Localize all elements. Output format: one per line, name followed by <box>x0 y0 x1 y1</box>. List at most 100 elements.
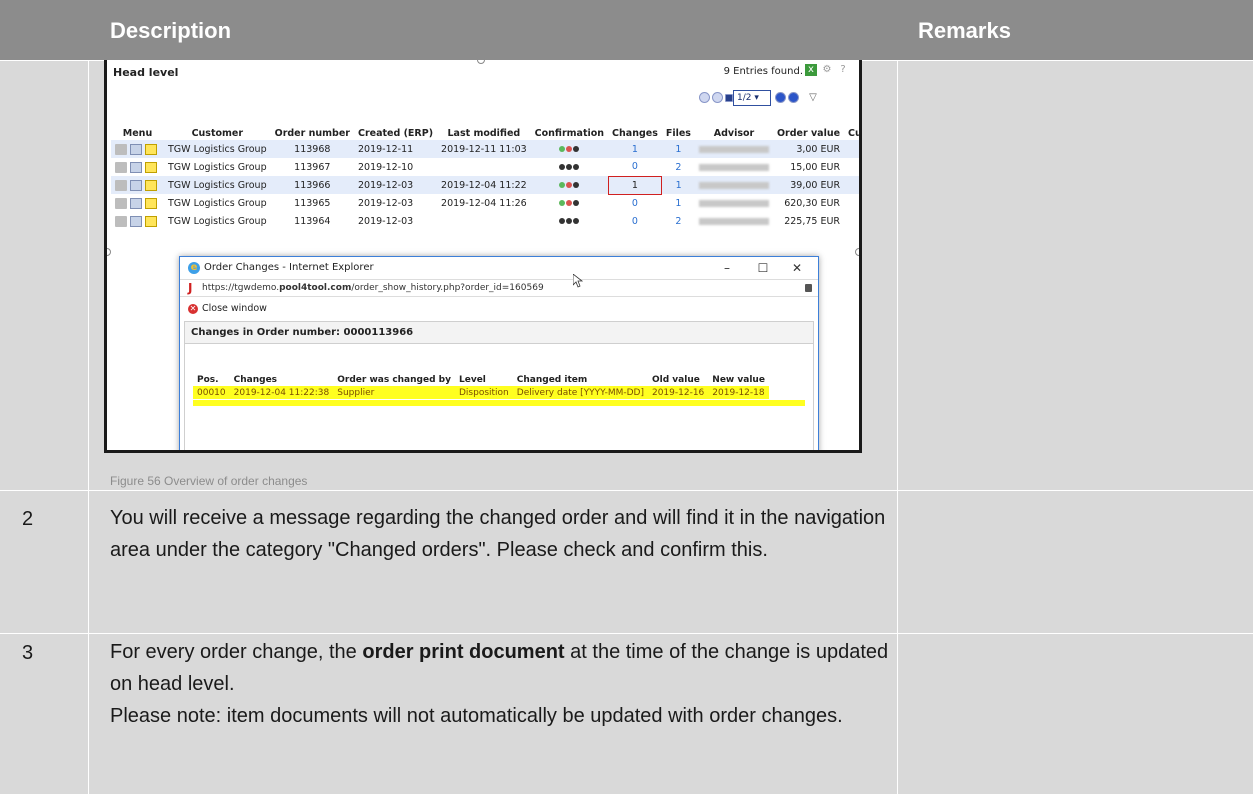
table-row[interactable]: TGW Logistics Group 113964 2019-12-03 0 … <box>111 212 859 230</box>
column-header[interactable]: Created (ERP) <box>354 126 437 140</box>
confirmation-status-icon <box>530 140 609 158</box>
folder-icon[interactable] <box>115 143 127 155</box>
table-row[interactable]: TGW Logistics Group 113968 2019-12-11 20… <box>111 140 859 158</box>
changes-link[interactable]: 0 <box>608 158 662 176</box>
column-header: Level <box>458 375 486 385</box>
changes-link[interactable]: 1 <box>608 140 662 158</box>
currency-cell <box>844 158 859 176</box>
old-value-cell: 2019-12-16 <box>647 386 709 399</box>
menu-cell[interactable] <box>111 140 164 158</box>
minimize-button[interactable]: – <box>712 259 742 277</box>
created-cell: 2019-12-03 <box>353 194 438 212</box>
column-header[interactable]: Changes <box>608 126 662 140</box>
row-divider <box>0 490 1253 491</box>
document-icon[interactable] <box>130 179 142 191</box>
resize-handle[interactable] <box>107 248 111 256</box>
note-icon[interactable] <box>145 215 157 227</box>
note-icon[interactable] <box>145 197 157 209</box>
column-header[interactable]: Customer <box>164 126 271 140</box>
filter-icon[interactable]: ▽ <box>807 92 819 104</box>
excel-export-icon[interactable]: x <box>805 64 817 76</box>
address-bar[interactable]: J https://tgwdemo.pool4tool.com/order_sh… <box>180 279 818 297</box>
created-cell: 2019-12-03 <box>353 212 438 230</box>
menu-cell[interactable] <box>111 212 164 230</box>
column-header[interactable]: Menu <box>111 126 164 140</box>
previous-page-icon[interactable] <box>712 92 723 103</box>
files-link[interactable]: 2 <box>661 158 695 176</box>
changes-link-highlighted[interactable]: 1 <box>607 175 663 195</box>
order-value-cell: 39,00 EUR <box>772 176 845 194</box>
page-icon <box>725 94 733 102</box>
note-icon[interactable] <box>145 161 157 173</box>
close-icon: ✕ <box>188 303 198 314</box>
document-icon[interactable] <box>130 143 142 155</box>
created-cell: 2019-12-10 <box>353 158 438 176</box>
order-number-cell[interactable]: 113966 <box>270 176 354 194</box>
currency-cell <box>844 194 859 212</box>
last-page-icon[interactable] <box>788 92 799 103</box>
description-header: Description <box>110 18 232 43</box>
order-number-cell[interactable]: 113968 <box>270 140 354 158</box>
order-number-cell[interactable]: 113964 <box>270 212 354 230</box>
settings-icon[interactable]: ⚙ <box>821 64 833 76</box>
files-link[interactable]: 1 <box>661 140 695 158</box>
menu-cell[interactable] <box>111 194 164 212</box>
changed-by-cell: Supplier <box>333 386 455 399</box>
column-header[interactable]: Advisor <box>695 126 773 140</box>
next-page-icon[interactable] <box>775 92 786 103</box>
menu-cell[interactable] <box>111 176 164 194</box>
maximize-button[interactable]: ☐ <box>748 259 778 277</box>
row-number: 2 <box>22 508 34 530</box>
remarks-header: Remarks <box>918 18 1011 43</box>
table-row[interactable]: TGW Logistics Group 113965 2019-12-03 20… <box>111 194 859 212</box>
menu-cell[interactable] <box>111 158 164 176</box>
internet-explorer-icon: e <box>188 262 200 274</box>
document-icon[interactable] <box>130 215 142 227</box>
note-icon[interactable] <box>145 179 157 191</box>
level-cell: Disposition <box>454 386 513 399</box>
files-link[interactable]: 1 <box>661 176 695 194</box>
page-select[interactable]: 1/2 ▾ <box>733 90 771 106</box>
column-header[interactable]: Cu <box>844 126 859 140</box>
column-header[interactable]: Order value <box>773 126 844 140</box>
blurred-advisor-name <box>698 199 769 207</box>
column-header: Changes <box>233 375 278 385</box>
resize-handle[interactable] <box>855 248 859 256</box>
order-changes-screenshot: Head level 9 Entries found. x ⚙ ? 1/2 ▾ … <box>104 60 862 453</box>
folder-icon[interactable] <box>115 179 127 191</box>
help-icon[interactable]: ? <box>837 64 849 76</box>
changes-link[interactable]: 0 <box>608 212 662 230</box>
folder-icon[interactable] <box>115 197 127 209</box>
column-header[interactable]: Files <box>662 126 695 140</box>
column-header[interactable]: Confirmation <box>531 126 608 140</box>
column-header[interactable]: Order number <box>271 126 354 140</box>
first-page-icon[interactable] <box>699 92 710 103</box>
column-header[interactable]: Last modified <box>437 126 531 140</box>
changed-item-cell: Delivery date [YYYY-MM-DD] <box>512 386 648 399</box>
document-icon[interactable] <box>130 161 142 173</box>
url-prefix: https://tgwdemo. <box>202 283 280 293</box>
files-link[interactable]: 2 <box>661 212 695 230</box>
changes-link[interactable]: 0 <box>608 194 662 212</box>
pos-cell: 00010 <box>193 386 230 399</box>
order-number-cell[interactable]: 113965 <box>270 194 354 212</box>
close-window-link[interactable]: ✕ Close window <box>188 303 267 314</box>
table-row[interactable]: TGW Logistics Group 113967 2019-12-10 0 … <box>111 158 859 176</box>
close-button[interactable]: ✕ <box>782 259 812 277</box>
order-changes-window: e Order Changes - Internet Explorer – ☐ … <box>179 256 819 450</box>
advisor-cell <box>694 176 773 194</box>
column-divider <box>88 60 89 794</box>
blurred-advisor-name <box>698 217 769 225</box>
figure-caption: Figure 56 Overview of order changes <box>110 474 308 488</box>
files-link[interactable]: 1 <box>661 194 695 212</box>
folder-icon[interactable] <box>115 215 127 227</box>
resize-handle[interactable] <box>477 60 485 64</box>
note-icon[interactable] <box>145 143 157 155</box>
document-icon[interactable] <box>130 197 142 209</box>
confirmation-status-icon <box>530 212 609 230</box>
table-row[interactable]: TGW Logistics Group 113966 2019-12-03 20… <box>111 175 859 195</box>
currency-cell <box>844 140 859 158</box>
last-modified-cell: 2019-12-04 11:26 <box>437 194 531 212</box>
folder-icon[interactable] <box>115 161 127 173</box>
order-number-cell[interactable]: 113967 <box>270 158 354 176</box>
